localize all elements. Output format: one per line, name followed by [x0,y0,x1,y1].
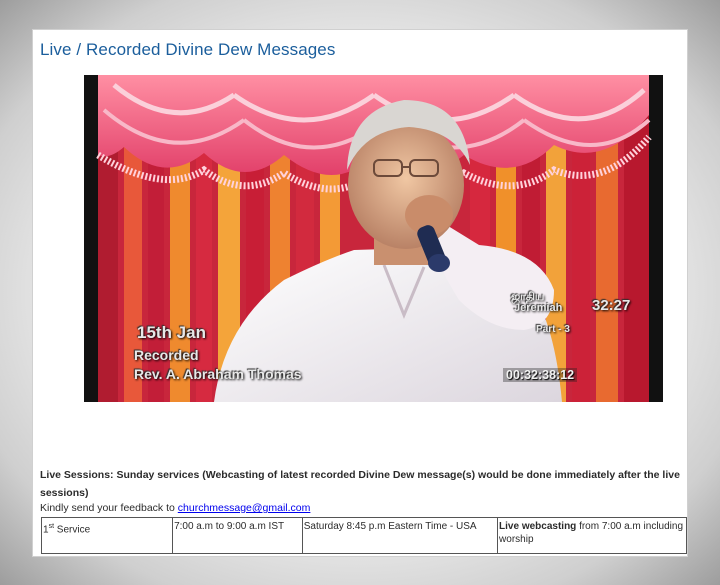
video-date-overlay: 15th Jan [137,323,206,342]
video-timecode: 00:32:38:12 [503,368,578,382]
service-cell: 1st Service [40,517,174,554]
service-label: Service [54,524,91,536]
video-recorded-overlay: Recorded [134,347,199,363]
video-verse-number: 32:27 [592,297,631,314]
live-sessions-text: Live Sessions: Sunday services (Webcasti… [40,469,680,499]
video-verse-line2: Jeremiah [514,302,563,314]
page-title: Live / Recorded Divine Dew Messages [40,40,336,59]
table-row: 1st Service 7:00 a.m to 9:00 a.m IST Sat… [40,517,687,554]
feedback-line: Kindly send your feedback to churchmessa… [40,502,310,514]
us-time-cell: Saturday 8:45 p.m Eastern Time - USA [301,517,499,554]
video-part-overlay: Part - 3 [536,324,570,335]
feedback-email-link[interactable]: churchmessage@gmail.com [178,502,311,514]
ist-time-cell: 7:00 a.m to 9:00 a.m IST [172,517,303,554]
note-bold: Live webcasting [499,521,577,532]
content-card: Live / Recorded Divine Dew Messages 15th… [32,29,688,557]
video-speaker-overlay: Rev. A. Abraham Thomas [134,366,302,382]
feedback-prefix: Kindly send your feedback to [40,502,178,514]
schedule-table: 1st Service 7:00 a.m to 9:00 a.m IST Sat… [40,517,687,554]
note-cell: Live webcasting from 7:00 a.m including … [497,517,687,554]
video-player[interactable]: 15th Jan Recorded Rev. A. Abraham Thomas… [84,75,663,402]
